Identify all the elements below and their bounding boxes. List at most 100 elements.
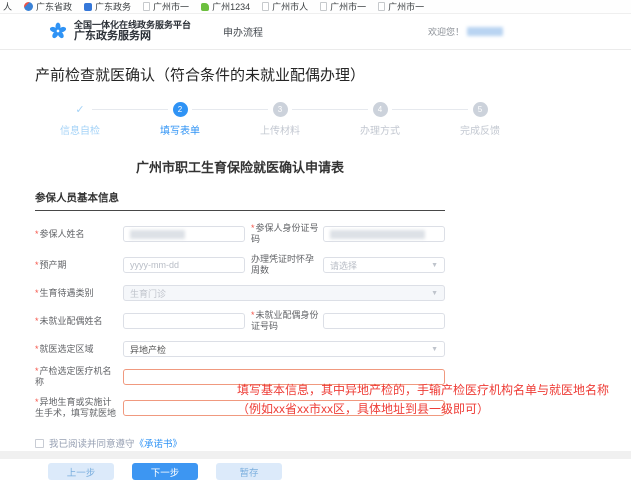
bookmark-item[interactable]: 广州市人 [262, 0, 308, 13]
required-asterisk: * [35, 229, 39, 239]
bookmark-label: 广州市人 [272, 0, 308, 13]
bookmark-item[interactable]: 人 [3, 0, 12, 13]
required-asterisk: * [35, 344, 39, 354]
form-row: *就医选定区域 异地产检▼ [35, 341, 445, 357]
bookmark-item[interactable]: 广东省政 [24, 0, 72, 13]
remote-place-label: *异地生育或实施计生手术，填写就医地 [35, 397, 123, 419]
required-asterisk: * [35, 288, 39, 298]
spouse-name-label: *未就业配偶姓名 [35, 316, 123, 327]
date-placeholder: yyyy-mm-dd [130, 260, 179, 270]
page-favicon-icon [143, 2, 150, 11]
platform-name: 全国一体化在线政务服务平台 [74, 20, 191, 30]
chevron-down-icon: ▼ [431, 262, 438, 269]
required-asterisk: * [35, 366, 39, 376]
bookmark-item[interactable]: 广东政务 [84, 0, 131, 13]
footer-bar [0, 451, 631, 459]
form-row: *预产期 yyyy-mm-dd 办理凭证时怀孕周数 请选择 ▼ [35, 254, 445, 276]
step-fill-form: 2 填写表单 [130, 102, 230, 137]
insured-id-label: *参保人身份证号码 [251, 223, 323, 245]
agreement-text: 我已阅读并同意遵守 [49, 436, 135, 450]
leaf-favicon-icon [201, 3, 209, 11]
due-date-label: *预产期 [35, 260, 123, 271]
step-feedback: 5 完成反馈 [430, 102, 530, 137]
insured-name-label: *参保人姓名 [35, 229, 123, 240]
page-favicon-icon [378, 2, 385, 11]
bookmark-label: 广东政务 [95, 0, 131, 13]
globe-favicon-icon [24, 2, 33, 11]
form-buttons: 上一步 下一步 暂存 [48, 463, 445, 480]
step-marker: 3 [273, 102, 288, 117]
progress-stepper: ✓ 信息自检 2 填写表单 3 上传材料 4 办理方式 5 完成反馈 [30, 102, 530, 137]
required-asterisk: * [251, 310, 255, 320]
agreement-row: 我已阅读并同意遵守 《承诺书》 [35, 436, 445, 450]
previous-step-button[interactable]: 上一步 [48, 463, 114, 480]
bookmarks-bar: 人 广东省政 广东政务 广州市一 广州1234 广州市人 广州市一 广州市一 [0, 0, 631, 14]
form-title: 广州市职工生育保险就医确认申请表 [35, 157, 445, 176]
select-value: 异地产检 [130, 343, 166, 356]
save-draft-button[interactable]: 暂存 [216, 463, 282, 480]
due-date-input[interactable]: yyyy-mm-dd [123, 257, 245, 273]
instruction-annotation: 填写基本信息，其中异地产检的，手输产检医疗机构名单与就医地名称（例如xx省xx市… [237, 381, 629, 419]
step-handle-method: 4 办理方式 [330, 102, 430, 137]
pregnancy-weeks-label: 办理凭证时怀孕周数 [251, 254, 323, 276]
page-title: 产前检查就医确认（符合条件的未就业配偶办理） [35, 64, 596, 85]
form-row: *未就业配偶姓名 *未就业配偶身份证号码 [35, 310, 445, 332]
step-upload-materials: 3 上传材料 [230, 102, 330, 137]
page-favicon-icon [262, 2, 269, 11]
logo-text: 全国一体化在线政务服务平台 广东政务服务网 [74, 20, 191, 43]
spouse-id-label: *未就业配偶身份证号码 [251, 310, 323, 332]
welcome-text: 欢迎您！ [428, 25, 464, 38]
site-name: 广东政务服务网 [74, 30, 191, 43]
spouse-name-input[interactable] [123, 313, 245, 329]
required-asterisk: * [35, 316, 39, 326]
insured-id-input[interactable] [323, 226, 445, 242]
pregnancy-weeks-select[interactable]: 请选择 ▼ [323, 257, 445, 273]
bookmark-label: 广东省政 [36, 0, 72, 13]
required-asterisk: * [251, 223, 255, 233]
required-asterisk: * [35, 260, 39, 270]
username-redacted[interactable] [467, 27, 503, 36]
site-header: 全国一体化在线政务服务平台 广东政务服务网 申办流程 欢迎您！ [0, 14, 631, 50]
bookmark-item[interactable]: 广州市一 [378, 0, 424, 13]
benefit-category-label: *生育待遇类别 [35, 288, 123, 299]
select-value: 请选择 [330, 259, 357, 272]
bookmark-label: 广州市一 [330, 0, 366, 13]
step-info-check: ✓ 信息自检 [30, 102, 130, 137]
step-label: 办理方式 [360, 122, 400, 137]
step-marker: 5 [473, 102, 488, 117]
nav-apply-process[interactable]: 申办流程 [223, 24, 263, 39]
insured-name-input[interactable] [123, 226, 245, 242]
page-favicon-icon [320, 2, 327, 11]
step-marker: ✓ [73, 102, 88, 117]
application-form: 广州市职工生育保险就医确认申请表 参保人员基本信息 *参保人姓名 *参保人身份证… [35, 157, 445, 480]
medical-region-select[interactable]: 异地产检 ▼ [123, 341, 445, 357]
bookmark-label: 广州1234 [212, 0, 250, 13]
benefit-category-select: 生育门诊 ▼ [123, 285, 445, 301]
required-asterisk: * [35, 397, 39, 407]
next-step-button[interactable]: 下一步 [132, 463, 198, 480]
select-value: 生育门诊 [130, 287, 166, 300]
bookmark-item[interactable]: 广州市一 [143, 0, 189, 13]
bookmark-label: 人 [3, 0, 12, 13]
chevron-down-icon: ▼ [431, 290, 438, 297]
step-label: 信息自检 [60, 122, 100, 137]
form-row: *参保人姓名 *参保人身份证号码 [35, 223, 445, 245]
step-label: 完成反馈 [460, 122, 500, 137]
agreement-checkbox[interactable] [35, 439, 44, 448]
site-logo[interactable]: 全国一体化在线政务服务平台 广东政务服务网 [48, 20, 191, 43]
form-row: *生育待遇类别 生育门诊 ▼ [35, 285, 445, 301]
step-marker: 2 [173, 102, 188, 117]
step-marker: 4 [373, 102, 388, 117]
redacted-value [330, 230, 425, 239]
redacted-value [130, 230, 185, 239]
step-label: 填写表单 [160, 122, 200, 137]
section-basic-info: 参保人员基本信息 [35, 190, 445, 211]
commitment-letter-link[interactable]: 《承诺书》 [135, 436, 183, 450]
spouse-id-input[interactable] [323, 313, 445, 329]
checkup-org-label: *产检选定医疗机名称 [35, 366, 123, 388]
bookmark-item[interactable]: 广州1234 [201, 0, 250, 13]
bookmark-item[interactable]: 广州市一 [320, 0, 366, 13]
chevron-down-icon: ▼ [431, 346, 438, 353]
bookmark-label: 广州市一 [153, 0, 189, 13]
welcome-area: 欢迎您！ [428, 25, 503, 38]
